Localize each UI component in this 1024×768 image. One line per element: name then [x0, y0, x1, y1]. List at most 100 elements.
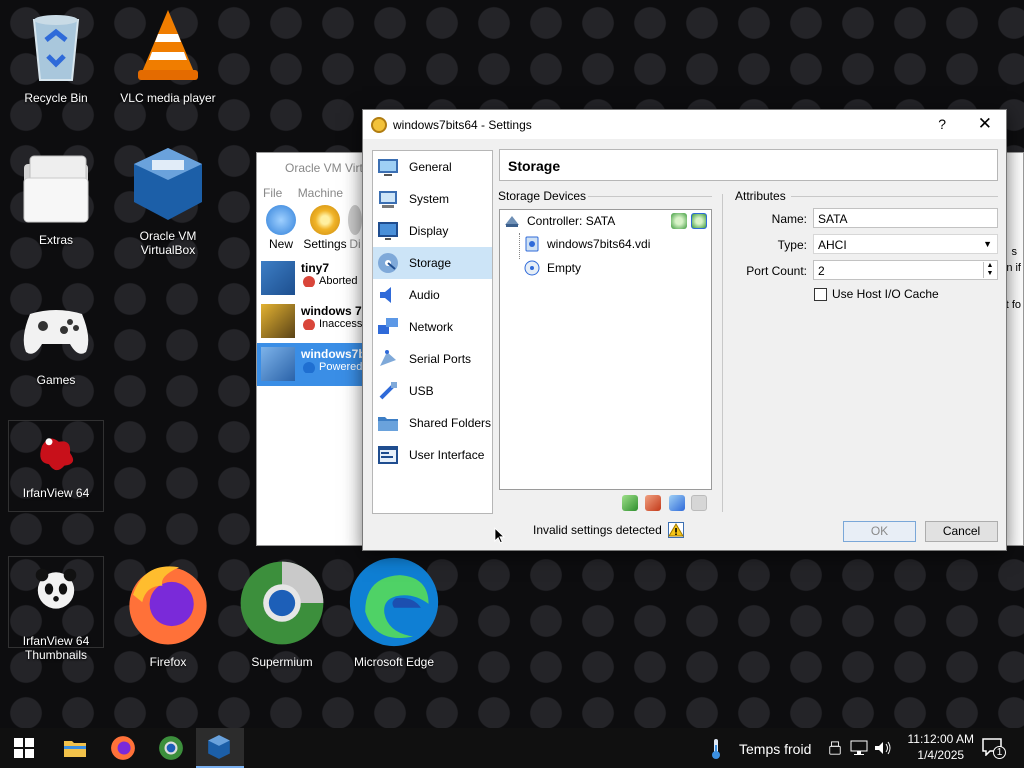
ok-button[interactable]: OK — [843, 521, 916, 542]
category-general[interactable]: General — [373, 151, 492, 183]
close-button[interactable]: ✕ — [978, 114, 992, 134]
manager-right-fragment: t fo — [1005, 299, 1021, 311]
serial-ports-icon — [380, 350, 396, 366]
category-list: General System Display Storage Audio Net… — [372, 150, 493, 514]
hard-disk-icon — [525, 236, 539, 252]
port-count-field[interactable]: 2 ▲ ▼ — [813, 260, 998, 280]
vm-list-item-selected[interactable]: windows7b Powered — [257, 343, 371, 386]
add-attachment-button[interactable] — [669, 495, 685, 511]
vm-list-item[interactable]: tiny7 Aborted — [257, 257, 371, 300]
weather-text[interactable]: Temps froid — [739, 741, 811, 757]
desktop-icon-vlc[interactable]: VLC media player — [120, 6, 216, 105]
dialog-title: windows7bits64 - Settings — [393, 117, 532, 132]
pane-separator — [722, 194, 723, 512]
add-optical-drive-button[interactable] — [671, 213, 687, 229]
irfanview-thumbnails-label: IrfanView 64 Thumbnails — [22, 634, 90, 662]
taskbar-virtualbox[interactable] — [196, 728, 244, 768]
category-system[interactable]: System — [373, 183, 492, 215]
display-icon — [378, 222, 398, 240]
taskbar-file-explorer[interactable] — [52, 728, 100, 768]
storage-tree[interactable]: Controller: SATA windows7bits64.vdi Empt… — [499, 209, 712, 490]
irfanview-icon — [40, 438, 74, 471]
virtualbox-icon — [134, 148, 202, 220]
gamepad-icon — [23, 310, 89, 354]
category-user-interface[interactable]: User Interface — [373, 439, 492, 471]
manager-right-fragment: s — [1011, 246, 1018, 258]
desktop-icon-games[interactable]: Games — [8, 288, 104, 387]
disk-node[interactable]: windows7bits64.vdi — [524, 235, 650, 253]
clock-time: 11:12:00 AM — [907, 732, 975, 746]
category-usb[interactable]: USB — [373, 375, 492, 407]
cancel-button[interactable]: Cancel — [925, 521, 998, 542]
menu-file[interactable]: File — [263, 186, 282, 200]
network-icon — [378, 318, 398, 334]
host-io-cache-checkbox[interactable]: Use Host I/O Cache — [814, 287, 939, 301]
category-storage[interactable]: Storage — [373, 247, 492, 279]
usb-eject-icon[interactable] — [828, 740, 842, 756]
host-io-cache-box[interactable] — [814, 287, 827, 301]
add-controller-button[interactable] — [622, 495, 638, 511]
vm-list-item[interactable]: windows 7 Inaccess — [257, 300, 371, 343]
host-io-cache-label: Use Host I/O Cache — [832, 287, 939, 301]
storage-icon — [378, 253, 398, 273]
firefox-icon — [111, 736, 135, 760]
desktop-icon-edge[interactable]: Microsoft Edge — [346, 554, 442, 669]
category-audio[interactable]: Audio — [373, 279, 492, 311]
optical-node[interactable]: Empty — [524, 259, 581, 277]
win7-64-icon — [261, 261, 295, 295]
settings-vm-button[interactable]: Settings — [303, 203, 347, 259]
help-button[interactable]: ? — [938, 116, 946, 132]
audio-icon — [380, 287, 391, 303]
desktop-icon-virtualbox[interactable]: Oracle VM VirtualBox — [120, 144, 216, 257]
port-count-label: Port Count: — [746, 264, 807, 278]
desktop-icon-firefox[interactable]: Firefox — [120, 558, 216, 669]
add-hard-disk-button[interactable] — [691, 213, 707, 229]
taskbar-firefox[interactable] — [100, 728, 148, 768]
desktop-icon-irfanview-thumbnails[interactable]: IrfanView 64 Thumbnails — [8, 556, 104, 662]
desktop-icon-supermium[interactable]: Supermium — [234, 556, 330, 669]
status-bar: Invalid settings detected — [533, 522, 684, 538]
volume-icon[interactable] — [874, 740, 892, 756]
menu-machine[interactable]: Machine — [298, 186, 343, 200]
supermium-label: Supermium — [251, 655, 313, 669]
category-serial-ports[interactable]: Serial Ports — [373, 343, 492, 375]
port-count-stepper[interactable]: ▲ ▼ — [983, 262, 996, 278]
category-shared-folders[interactable]: Shared Folders — [373, 407, 492, 439]
dialog-titlebar[interactable]: windows7bits64 - Settings ? ✕ — [363, 110, 1006, 139]
clock[interactable]: 11:12:00 AM 1/4/2025 — [908, 731, 975, 763]
controller-sata-node[interactable]: Controller: SATA — [504, 212, 615, 230]
name-field[interactable]: SATA — [813, 208, 998, 228]
attributes-divider — [791, 196, 998, 197]
remove-attachment-button[interactable] — [691, 495, 707, 511]
vlc-icon — [138, 10, 198, 80]
warning-icon[interactable] — [667, 522, 684, 538]
thermometer-icon[interactable] — [708, 737, 724, 761]
discard-vm-button[interactable]: Di — [347, 203, 363, 259]
remove-controller-button[interactable] — [645, 495, 661, 511]
desktop-icon-extras[interactable]: Extras — [8, 148, 104, 247]
windows-logo-icon — [14, 738, 34, 758]
type-select[interactable]: AHCI — [813, 234, 998, 254]
taskbar-supermium[interactable] — [148, 728, 196, 768]
win7-64-icon — [261, 347, 295, 381]
desktop-icon-irfanview[interactable]: IrfanView 64 — [8, 420, 104, 512]
notification-center[interactable]: 1 — [982, 738, 1006, 759]
taskbar: Temps froid 11:12:00 AM 1/4/2025 1 — [0, 728, 1024, 768]
start-button[interactable] — [0, 728, 48, 768]
tree-connector — [519, 233, 520, 259]
firefox-icon — [129, 566, 207, 645]
category-display[interactable]: Display — [373, 215, 492, 247]
category-network[interactable]: Network — [373, 311, 492, 343]
new-vm-button[interactable]: New — [259, 203, 303, 259]
system-icon — [379, 191, 397, 208]
storage-devices-label: Storage Devices — [498, 189, 587, 203]
folder-icon — [23, 155, 89, 223]
settings-dialog[interactable]: windows7bits64 - Settings ? ✕ General Sy… — [362, 109, 1007, 551]
extras-label: Extras — [38, 233, 73, 247]
desktop-icon-recycle-bin[interactable]: Recycle Bin — [8, 6, 104, 105]
network-icon[interactable] — [850, 740, 868, 756]
vlc-label: VLC media player — [120, 91, 216, 105]
irfanview-label: IrfanView 64 — [22, 486, 90, 500]
port-count-value: 2 — [818, 264, 825, 278]
shared-folders-icon — [378, 417, 398, 431]
